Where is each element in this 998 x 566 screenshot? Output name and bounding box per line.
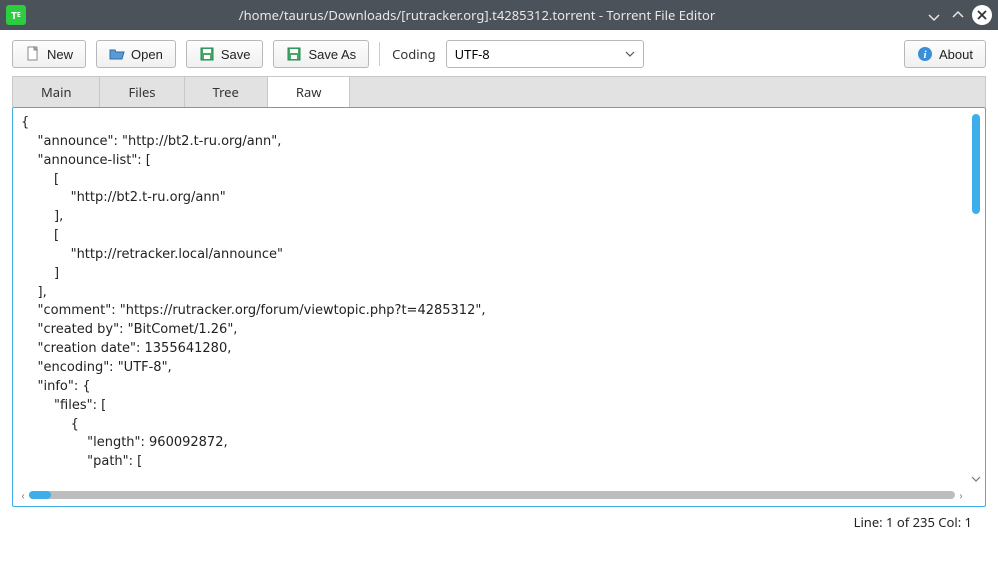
raw-editor-container: { "announce": "http://bt2.t-ru.org/ann",… <box>12 107 986 507</box>
maximize-button[interactable] <box>948 5 968 25</box>
coding-value: UTF-8 <box>455 45 490 63</box>
raw-editor[interactable]: { "announce": "http://bt2.t-ru.org/ann",… <box>17 112 981 470</box>
save-as-button[interactable]: Save As <box>273 40 369 68</box>
minimize-button[interactable] <box>924 5 944 25</box>
tab-bar: Main Files Tree Raw <box>12 76 986 107</box>
horizontal-scrollbar[interactable]: ‹ › <box>17 488 967 502</box>
separator <box>379 42 380 66</box>
new-label: New <box>47 47 73 62</box>
coding-select[interactable]: UTF-8 <box>446 40 644 68</box>
status-bar: Line: 1 of 235 Col: 1 <box>12 507 986 531</box>
vertical-scrollbar[interactable] <box>969 112 983 484</box>
tab-raw[interactable]: Raw <box>268 77 351 107</box>
scroll-right-icon[interactable]: › <box>955 488 967 502</box>
save-as-icon <box>286 46 302 62</box>
save-label: Save <box>221 47 251 62</box>
close-button[interactable] <box>972 5 992 25</box>
hscroll-thumb[interactable] <box>29 491 51 499</box>
tab-tree[interactable]: Tree <box>185 77 268 107</box>
open-label: Open <box>131 47 163 62</box>
scroll-left-icon[interactable]: ‹ <box>17 488 29 502</box>
save-icon <box>199 46 215 62</box>
open-folder-icon <box>109 46 125 62</box>
tab-main[interactable]: Main <box>13 77 100 107</box>
vscroll-thumb[interactable] <box>972 114 980 214</box>
chevron-down-icon <box>625 49 635 59</box>
window-title: /home/taurus/Downloads/[rutracker.org].t… <box>34 6 920 24</box>
about-button[interactable]: i About <box>904 40 986 68</box>
coding-label: Coding <box>392 45 435 63</box>
open-button[interactable]: Open <box>96 40 176 68</box>
titlebar: TE /home/taurus/Downloads/[rutracker.org… <box>0 0 998 30</box>
app-icon: TE <box>6 5 26 25</box>
tab-files[interactable]: Files <box>100 77 184 107</box>
hscroll-track[interactable] <box>29 491 955 499</box>
save-as-label: Save As <box>308 47 356 62</box>
toolbar: New Open Save Save As Coding UTF-8 i Abo… <box>12 40 986 68</box>
save-button[interactable]: Save <box>186 40 264 68</box>
scroll-down-icon[interactable] <box>971 474 981 484</box>
new-button[interactable]: New <box>12 40 86 68</box>
new-file-icon <box>25 46 41 62</box>
info-icon: i <box>917 46 933 62</box>
about-label: About <box>939 47 973 62</box>
